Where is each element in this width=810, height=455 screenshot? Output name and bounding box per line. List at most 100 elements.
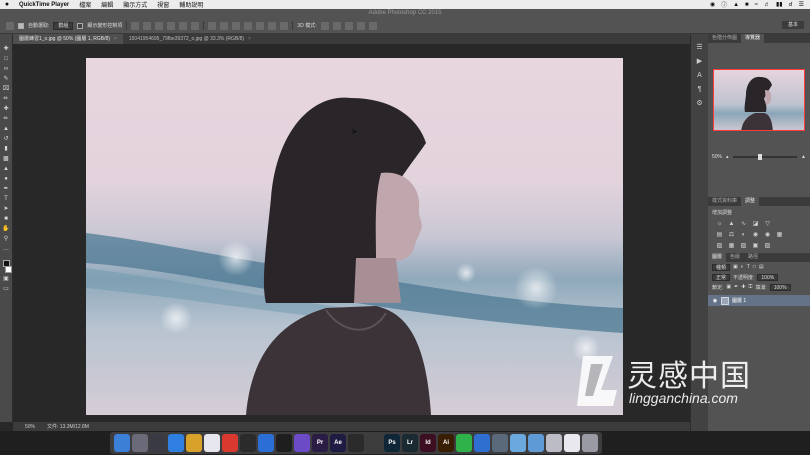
- brightness-contrast-icon[interactable]: ☼: [716, 221, 723, 228]
- move-tool-preset-icon[interactable]: [6, 21, 14, 30]
- dock-app-premiere-icon[interactable]: Pr: [312, 434, 328, 452]
- dock-app-folder-2-icon[interactable]: [528, 434, 544, 452]
- menu-app-name[interactable]: QuickTime Player: [14, 2, 74, 8]
- align-top-icon[interactable]: [131, 21, 140, 30]
- search-icon[interactable]: ☌: [789, 1, 793, 8]
- lock-all-icon[interactable]: ⚿: [749, 284, 753, 290]
- eyedropper-tool-icon[interactable]: ✏: [2, 96, 10, 103]
- eraser-tool-icon[interactable]: ▮: [2, 146, 10, 153]
- zoom-slider[interactable]: [732, 154, 798, 160]
- blur-tool-icon[interactable]: ▲: [2, 166, 10, 173]
- dock-app-finder-icon[interactable]: [114, 434, 130, 452]
- dock-app-photo-booth-icon[interactable]: [222, 434, 238, 452]
- dock-app-davinci-icon[interactable]: [348, 434, 364, 452]
- dock-app-activity-monitor-icon[interactable]: [240, 434, 256, 452]
- dock-app-screen-icon[interactable]: [546, 434, 562, 452]
- info-icon[interactable]: ⓘ: [721, 0, 727, 9]
- clone-stamp-tool-icon[interactable]: ▲: [2, 126, 10, 133]
- lock-pixels-icon[interactable]: ▣: [726, 284, 731, 290]
- background-color-swatch[interactable]: [4, 266, 12, 273]
- dock-app-launchpad-icon[interactable]: [132, 434, 148, 452]
- distribute-middle-icon[interactable]: [220, 21, 229, 30]
- hue-saturation-icon[interactable]: ▤: [716, 232, 723, 239]
- 3d-slide-icon[interactable]: [356, 21, 365, 30]
- marquee-tool-icon[interactable]: □: [2, 56, 10, 63]
- dock-app-wechat-icon[interactable]: [456, 434, 472, 452]
- document-image[interactable]: [86, 58, 623, 415]
- record-icon[interactable]: ◉: [710, 1, 715, 8]
- pen-tool-icon[interactable]: ✒: [2, 186, 10, 193]
- quick-select-tool-icon[interactable]: ✎: [2, 76, 10, 83]
- photo-filter-icon[interactable]: ◉: [752, 232, 759, 239]
- selective-color-icon[interactable]: ▣: [752, 243, 759, 250]
- 3d-rotate-icon[interactable]: [320, 21, 329, 30]
- more-tools-icon[interactable]: …: [2, 246, 10, 253]
- history-brush-tool-icon[interactable]: ↺: [2, 136, 10, 143]
- healing-tool-icon[interactable]: ✚: [2, 106, 10, 113]
- hand-tool-icon[interactable]: ✋: [2, 226, 10, 233]
- distribute-top-icon[interactable]: [208, 21, 217, 30]
- lasso-tool-icon[interactable]: ∞: [2, 66, 10, 73]
- threshold-icon[interactable]: ▧: [740, 243, 747, 250]
- notification-icon[interactable]: ☰: [799, 1, 804, 8]
- move-tool-icon[interactable]: ✚: [2, 46, 10, 53]
- auto-align-icon[interactable]: [280, 21, 289, 30]
- type-tool-icon[interactable]: T: [2, 196, 10, 203]
- zoom-in-icon[interactable]: ▲: [801, 154, 806, 160]
- distribute-right-icon[interactable]: [268, 21, 277, 30]
- menu-extra2-icon[interactable]: ■: [745, 2, 749, 8]
- apple-menu-icon[interactable]: ●: [0, 1, 14, 8]
- tab-adjustments[interactable]: 調整: [741, 197, 760, 206]
- levels-icon[interactable]: ▲: [728, 221, 735, 228]
- curves-icon[interactable]: ∿: [740, 221, 747, 228]
- filter-pixel-icon[interactable]: ▣: [733, 264, 738, 270]
- dock-app-final-cut-icon[interactable]: [366, 434, 382, 452]
- invert-icon[interactable]: ▧: [716, 243, 723, 250]
- volume-icon[interactable]: ♬: [764, 2, 770, 8]
- battery-icon[interactable]: ▮▮: [776, 1, 783, 8]
- crop-tool-icon[interactable]: ⌧: [2, 86, 10, 93]
- tab-paths[interactable]: 路徑: [744, 253, 762, 262]
- menu-window[interactable]: 視窗: [152, 0, 174, 9]
- tab-navigator[interactable]: 導覽器: [741, 34, 765, 43]
- opacity-input[interactable]: 100%: [757, 273, 779, 281]
- exposure-icon[interactable]: ◪: [752, 221, 759, 228]
- tab-channels[interactable]: 色版: [726, 253, 744, 262]
- blend-mode-dropdown[interactable]: 正常: [712, 273, 731, 281]
- auto-select-checkbox[interactable]: [18, 22, 24, 29]
- paragraph-icon[interactable]: ¶: [695, 86, 704, 94]
- 3d-scale-icon[interactable]: [368, 21, 377, 30]
- align-middle-icon[interactable]: [143, 21, 152, 30]
- brush-tool-icon[interactable]: ✏: [2, 116, 10, 123]
- 3d-pan-icon[interactable]: [344, 21, 353, 30]
- layer-kind-filter[interactable]: 種類: [712, 263, 731, 271]
- character-icon[interactable]: A: [695, 72, 704, 80]
- filter-type-icon[interactable]: T: [747, 264, 750, 270]
- menu-help[interactable]: 輔助說明: [174, 0, 208, 9]
- dock-app-document-icon[interactable]: [564, 434, 580, 452]
- dock-app-chrome-icon[interactable]: [186, 434, 202, 452]
- dock-app-itunes-icon[interactable]: [204, 434, 220, 452]
- align-right-icon[interactable]: [191, 21, 200, 30]
- navigator-zoom-value[interactable]: 50%: [712, 154, 722, 160]
- dock-app-photoshop-icon[interactable]: Ps: [384, 434, 400, 452]
- align-left-icon[interactable]: [167, 21, 176, 30]
- dock-app-trash-icon[interactable]: [582, 434, 598, 452]
- align-center-icon[interactable]: [179, 21, 188, 30]
- filter-smart-icon[interactable]: ▤: [759, 264, 764, 270]
- tab-document-2[interactable]: 15041954695_79fbe39372_o.jpg @ 33.3% (RG…: [123, 34, 257, 44]
- close-icon[interactable]: ×: [114, 34, 117, 44]
- dodge-tool-icon[interactable]: ●: [2, 176, 10, 183]
- tab-histogram[interactable]: 色階分佈圖: [708, 34, 741, 43]
- layer-name[interactable]: 圖層 1: [732, 297, 746, 304]
- dock-app-vlc-icon[interactable]: [276, 434, 292, 452]
- menu-edit[interactable]: 編輯: [96, 0, 118, 9]
- align-bottom-icon[interactable]: [155, 21, 164, 30]
- black-white-icon[interactable]: ◐: [740, 232, 747, 239]
- dock-app-lightroom-icon[interactable]: Lr: [402, 434, 418, 452]
- screen-mode-icon[interactable]: ▭: [2, 286, 10, 293]
- properties-icon[interactable]: ⚙: [695, 100, 704, 108]
- dock-app-imovie-icon[interactable]: [294, 434, 310, 452]
- color-lookup-icon[interactable]: ▦: [776, 232, 783, 239]
- show-transform-checkbox[interactable]: [77, 22, 84, 29]
